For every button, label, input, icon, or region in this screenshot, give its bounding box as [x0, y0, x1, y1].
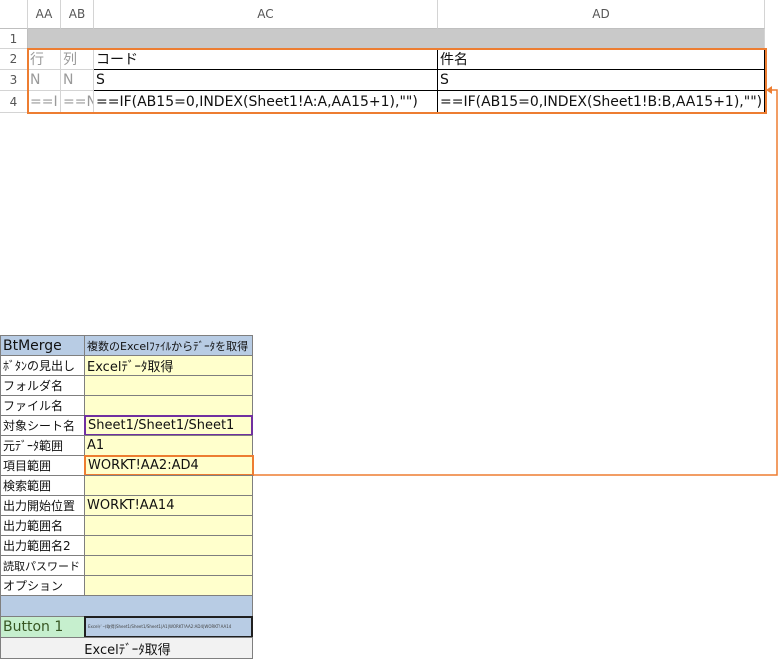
arrowhead-icon [766, 86, 772, 94]
value-output-start[interactable]: WORKT!AA14 [84, 495, 253, 516]
value-item-range[interactable]: WORKT!AA2:AD4 [84, 455, 254, 476]
value-read-password[interactable] [84, 555, 253, 576]
label-folder-name: フォルダ名 [0, 375, 85, 396]
label-output-start: 出力開始位置 [0, 495, 85, 516]
label-output-range-name2: 出力範囲名2 [0, 535, 85, 556]
value-source-range[interactable]: A1 [84, 435, 253, 456]
label-search-range: 検索範囲 [0, 475, 85, 496]
value-option[interactable] [84, 575, 253, 596]
value-folder-name[interactable] [84, 375, 253, 396]
button-params-cell: Excelﾃﾞｰﾀ取得|Sheet1/Sheet1/Sheet1|A1|WORK… [84, 616, 253, 638]
label-target-sheet: 対象シート名 [0, 415, 85, 436]
label-source-range: 元ﾃﾞｰﾀ範囲 [0, 435, 85, 456]
value-output-range-name2[interactable] [84, 535, 253, 556]
value-output-range-name[interactable] [84, 515, 253, 536]
label-file-name: ファイル名 [0, 395, 85, 416]
panel-separator [0, 595, 253, 617]
button-name-cell: Button 1 [0, 616, 85, 638]
value-target-sheet[interactable]: Sheet1/Sheet1/Sheet1 [84, 415, 253, 436]
value-file-name[interactable] [84, 395, 253, 416]
label-item-range: 項目範囲 [0, 455, 85, 476]
excel-data-fetch-button[interactable]: Excelﾃﾞｰﾀ取得 [0, 637, 253, 659]
label-button-caption: ﾎﾞﾀﾝの見出し [0, 355, 85, 376]
panel-subtitle: 複数のExcelﾌｧｲﾙからﾃﾞｰﾀを取得 [84, 335, 253, 356]
value-button-caption[interactable]: Excelﾃﾞｰﾀ取得 [84, 355, 253, 376]
panel-title: BtMerge [0, 335, 85, 356]
label-output-range-name: 出力範囲名 [0, 515, 85, 536]
value-search-range[interactable] [84, 475, 253, 496]
label-option: オプション [0, 575, 85, 596]
label-read-password: 読取パスワード [0, 555, 85, 576]
